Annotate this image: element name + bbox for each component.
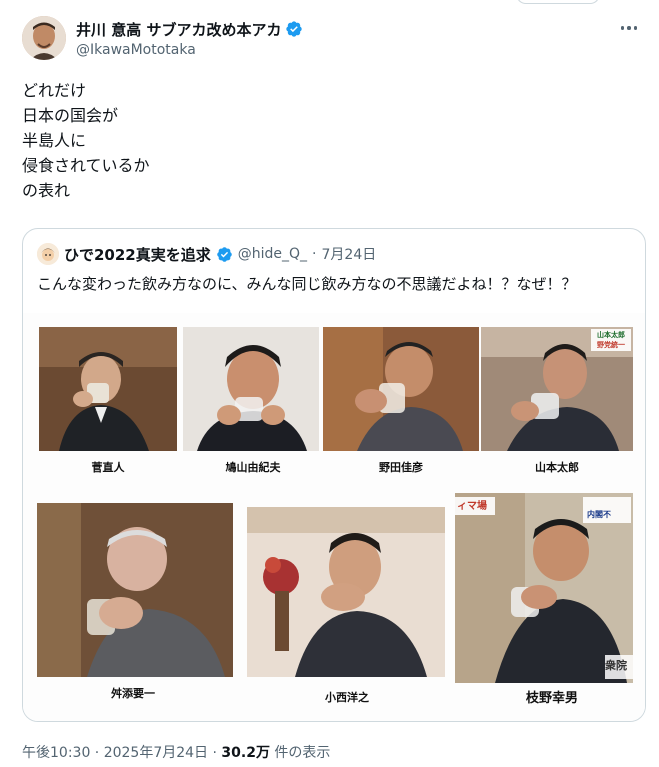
photo-konishi <box>247 507 445 677</box>
quote-date[interactable]: 7月24日 <box>322 244 377 264</box>
caption-konishi: 小西洋之 <box>325 691 369 704</box>
quote-image-collage[interactable]: 山本太郎 野党統一 菅直人 鳩山由紀夫 野田佳彦 山本太郎 ィマ場 内閣不 衆院… <box>23 313 645 721</box>
quote-author-handle[interactable]: @hide_Q_ <box>238 246 307 262</box>
tweet-line: どれだけ <box>22 81 87 100</box>
overlay-tag: 内閣不 <box>587 510 611 519</box>
author-handle[interactable]: @IkawaMototaka <box>76 42 303 58</box>
separator-dot: · <box>312 246 317 262</box>
tweet-line: 半島人に <box>22 131 87 150</box>
caption-kan: 菅直人 <box>91 461 125 474</box>
caption-noda: 野田佳彦 <box>379 461 423 474</box>
view-count: 30.2万 <box>221 745 270 761</box>
overlay-tag: 野党統一 <box>597 341 625 349</box>
author-display-name[interactable]: 井川 意高 サブアカ改め本アカ <box>76 19 281 40</box>
quoted-tweet[interactable]: ひで2022真実を追求 @hide_Q_ · 7月24日 こんな変わった飲み方な… <box>22 228 646 722</box>
photo-noda <box>323 327 479 451</box>
more-options-icon[interactable] <box>618 20 640 36</box>
quote-text: こんな変わった飲み方なのに、みんな同じ飲み方なの不思議だよね！？なぜ！？ <box>37 275 577 293</box>
photo-kan <box>39 327 177 451</box>
tweet-header: 井川 意高 サブアカ改め本アカ @IkawaMototaka <box>22 12 642 62</box>
tweet-text: どれだけ 日本の国会が 半島人に 侵食されているか の表れ <box>22 78 150 203</box>
photo-yamamoto: 山本太郎 野党統一 <box>481 327 633 451</box>
tweet-line: 侵食されているか <box>22 156 150 175</box>
overlay-tag: 山本太郎 <box>597 331 625 339</box>
overlay-tag: 衆院 <box>605 659 627 672</box>
view-count-suffix: 件の表示 <box>269 745 331 761</box>
photo-edano: ィマ場 内閣不 衆院 <box>455 493 633 683</box>
quote-author-name[interactable]: ひで2022真実を追求 <box>64 244 211 265</box>
author-avatar[interactable] <box>22 16 66 60</box>
tweet-line: の表れ <box>22 181 71 200</box>
timestamp[interactable]: 午後10:30 · 2025年7月24日 · <box>22 745 221 761</box>
photo-hatoyama <box>183 327 319 451</box>
tweet-footer: 午後10:30 · 2025年7月24日 · 30.2万 件の表示 <box>22 742 330 762</box>
quote-author-avatar[interactable] <box>37 243 59 265</box>
verified-badge-icon <box>216 246 232 262</box>
tweet-line: 日本の国会が <box>22 106 119 125</box>
overlay-tag: ィマ場 <box>457 501 487 512</box>
caption-hatoyama: 鳩山由紀夫 <box>225 461 281 474</box>
caption-yamamoto: 山本太郎 <box>535 461 579 474</box>
caption-edano: 枝野幸男 <box>525 691 578 706</box>
caption-masuzoe: 舛添要一 <box>111 687 155 700</box>
verified-badge-icon <box>286 21 303 37</box>
photo-masuzoe <box>37 503 233 677</box>
previous-element-edge <box>516 0 600 4</box>
